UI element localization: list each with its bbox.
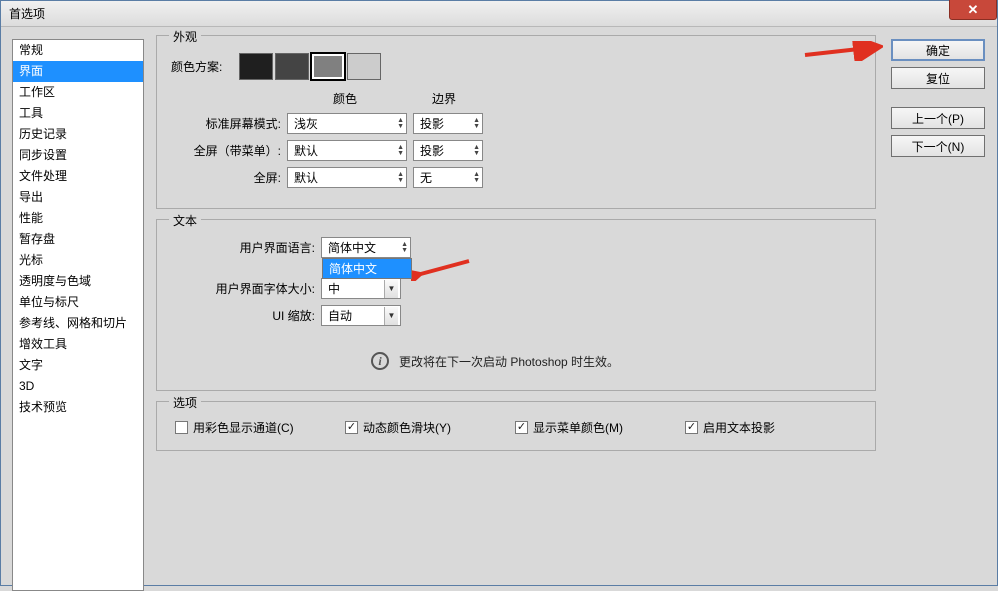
reset-button[interactable]: 复位 <box>891 67 985 89</box>
titlebar: 首选项 ✕ <box>1 1 997 27</box>
select-fullscreenmenu-color[interactable]: 默认 ▲▼ <box>287 140 407 161</box>
label-standard-screen: 标准屏幕模式: <box>171 115 281 132</box>
checkbox-text-shadow[interactable]: ✓ 启用文本投影 <box>685 419 825 436</box>
sidebar-item-units[interactable]: 单位与标尺 <box>13 292 143 313</box>
select-ui-fontsize[interactable]: 中 ▼ <box>321 278 401 299</box>
sidebar-item-plugins[interactable]: 增效工具 <box>13 334 143 355</box>
select-ui-language[interactable]: 简体中文 ▲▼ 简体中文 <box>321 237 411 258</box>
color-scheme-label: 颜色方案: <box>171 58 235 75</box>
category-sidebar: 常规 界面 工作区 工具 历史记录 同步设置 文件处理 导出 性能 暂存盘 光标… <box>12 39 144 591</box>
info-icon: i <box>371 352 389 370</box>
stepper-icon: ▲▼ <box>397 145 404 157</box>
sidebar-item-performance[interactable]: 性能 <box>13 208 143 229</box>
sidebar-item-techpreview[interactable]: 技术预览 <box>13 397 143 418</box>
content-area: 外观 颜色方案: 颜色 边界 <box>156 35 876 461</box>
sidebar-item-general[interactable]: 常规 <box>13 40 143 61</box>
chevron-down-icon: ▼ <box>384 280 398 298</box>
checkbox-dynamic-sliders[interactable]: ✓ 动态颜色滑块(Y) <box>345 419 485 436</box>
label-fullscreen-menu: 全屏（带菜单）: <box>171 142 281 159</box>
checkbox-menu-colors[interactable]: ✓ 显示菜单颜色(M) <box>515 419 655 436</box>
label-fullscreen: 全屏: <box>171 169 281 186</box>
checkbox-color-channels[interactable]: 用彩色显示通道(C) <box>175 419 315 436</box>
prev-button[interactable]: 上一个(P) <box>891 107 985 129</box>
column-border: 边界 <box>409 90 479 107</box>
checkbox-icon: ✓ <box>685 421 698 434</box>
stepper-icon: ▲▼ <box>473 145 480 157</box>
next-button[interactable]: 下一个(N) <box>891 135 985 157</box>
label-ui-scale: UI 缩放: <box>205 307 315 324</box>
options-group: 选项 用彩色显示通道(C) ✓ 动态颜色滑块(Y) ✓ 显示 <box>156 401 876 451</box>
appearance-group: 外观 颜色方案: 颜色 边界 <box>156 35 876 209</box>
swatch-medium-light[interactable] <box>311 53 345 80</box>
sidebar-item-filehandling[interactable]: 文件处理 <box>13 166 143 187</box>
stepper-icon: ▲▼ <box>397 118 404 130</box>
stepper-icon: ▲▼ <box>473 172 480 184</box>
sidebar-item-tools[interactable]: 工具 <box>13 103 143 124</box>
checkbox-icon: ✓ <box>515 421 528 434</box>
swatch-light[interactable] <box>347 53 381 80</box>
appearance-column-headers: 颜色 边界 <box>285 90 861 107</box>
text-group: 文本 用户界面语言: 简体中文 ▲▼ 简体中文 用户界面字体大小: <box>156 219 876 391</box>
close-icon: ✕ <box>968 3 979 16</box>
dialog-buttons: 确定 复位 上一个(P) 下一个(N) <box>891 39 985 157</box>
options-legend: 选项 <box>169 394 201 411</box>
preferences-window: 首选项 ✕ 常规 界面 工作区 工具 历史记录 同步设置 文件处理 导出 性能 … <box>0 0 998 586</box>
sidebar-item-sync[interactable]: 同步设置 <box>13 145 143 166</box>
restart-info-text: 更改将在下一次启动 Photoshop 时生效。 <box>399 353 619 370</box>
sidebar-item-guides[interactable]: 参考线、网格和切片 <box>13 313 143 334</box>
stepper-icon: ▲▼ <box>401 242 408 254</box>
text-legend: 文本 <box>169 212 201 229</box>
sidebar-item-transparency[interactable]: 透明度与色域 <box>13 271 143 292</box>
stepper-icon: ▲▼ <box>473 118 480 130</box>
window-title: 首选项 <box>9 5 45 22</box>
ui-language-dropdown: 简体中文 <box>322 258 412 279</box>
checkbox-icon <box>175 421 188 434</box>
sidebar-item-type[interactable]: 文字 <box>13 355 143 376</box>
column-color: 颜色 <box>285 90 405 107</box>
select-fullscreen-border[interactable]: 无 ▲▼ <box>413 167 483 188</box>
ui-language-option[interactable]: 简体中文 <box>323 259 411 278</box>
sidebar-item-interface[interactable]: 界面 <box>13 61 143 82</box>
select-standard-border[interactable]: 投影 ▲▼ <box>413 113 483 134</box>
select-fullscreen-color[interactable]: 默认 ▲▼ <box>287 167 407 188</box>
stepper-icon: ▲▼ <box>397 172 404 184</box>
select-fullscreenmenu-border[interactable]: 投影 ▲▼ <box>413 140 483 161</box>
window-body: 常规 界面 工作区 工具 历史记录 同步设置 文件处理 导出 性能 暂存盘 光标… <box>1 27 997 585</box>
sidebar-item-cursors[interactable]: 光标 <box>13 250 143 271</box>
swatch-medium-dark[interactable] <box>275 53 309 80</box>
color-scheme-swatches <box>239 53 381 80</box>
sidebar-item-3d[interactable]: 3D <box>13 376 143 397</box>
checkbox-icon: ✓ <box>345 421 358 434</box>
appearance-legend: 外观 <box>169 28 201 45</box>
swatch-dark[interactable] <box>239 53 273 80</box>
ok-button[interactable]: 确定 <box>891 39 985 61</box>
close-button[interactable]: ✕ <box>949 0 997 20</box>
label-ui-language: 用户界面语言: <box>205 239 315 256</box>
select-ui-scale[interactable]: 自动 ▼ <box>321 305 401 326</box>
select-standard-color[interactable]: 浅灰 ▲▼ <box>287 113 407 134</box>
sidebar-item-history[interactable]: 历史记录 <box>13 124 143 145</box>
chevron-down-icon: ▼ <box>384 307 398 325</box>
sidebar-item-export[interactable]: 导出 <box>13 187 143 208</box>
sidebar-item-workspace[interactable]: 工作区 <box>13 82 143 103</box>
sidebar-item-scratch[interactable]: 暂存盘 <box>13 229 143 250</box>
label-ui-fontsize: 用户界面字体大小: <box>205 280 315 297</box>
